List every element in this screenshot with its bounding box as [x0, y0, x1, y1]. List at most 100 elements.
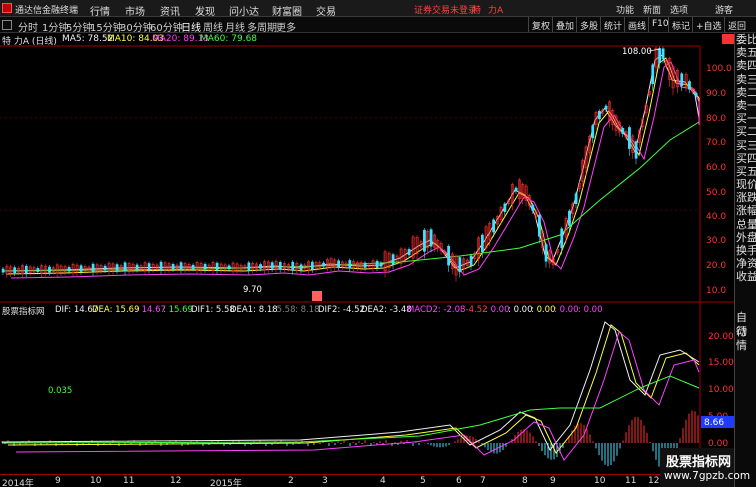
statistics-button[interactable]: 统计 [600, 17, 625, 32]
panel-buy5[interactable]: 买五 [735, 165, 756, 178]
period-multi[interactable]: 多周期 [247, 19, 277, 34]
panel-outer-volume[interactable]: 外盘 [735, 231, 756, 244]
watermark-logo: 股票指标网 www.7gpzb.com [660, 448, 750, 487]
draw-line-button[interactable]: 画线 [624, 17, 649, 32]
panel-earnings[interactable]: 收益 [735, 270, 756, 283]
candle-body [147, 263, 151, 271]
period-more[interactable]: 更多 [276, 19, 296, 34]
menu-quotes[interactable]: 行情 [90, 3, 110, 18]
chart-canvas: 100.0 90.0 80.0 70.0 60.0 50.0 40.0 30.0 20.0 10.… [0, 34, 734, 474]
candle-body [391, 254, 395, 265]
menu-market[interactable]: 市场 [125, 3, 145, 18]
date-label: 10 [90, 476, 102, 486]
panel-sell3[interactable]: 卖三 [735, 73, 756, 86]
candle-body [469, 255, 473, 267]
overlay-button[interactable]: 叠加 [552, 17, 577, 32]
quote-side-panel: 委比 卖五 卖四 卖三 卖二 卖一 买一 买二 买三 买四 买五 现价 涨跌 涨… [734, 33, 756, 487]
panel-buy3[interactable]: 买三 [735, 139, 756, 152]
candle-body [91, 263, 95, 273]
panel-net-assets[interactable]: 净资 [735, 257, 756, 270]
macd-tick-label: 10.00 [708, 385, 734, 395]
panel-price[interactable]: 现价 [735, 178, 756, 191]
value-9: : 0.00 [554, 305, 579, 315]
panel-sell2[interactable]: 卖二 [735, 86, 756, 99]
candle-body [375, 260, 379, 268]
period-weekly[interactable]: 周线 [203, 19, 223, 34]
app-logo-icon [2, 3, 12, 13]
multi-stock-button[interactable]: 多股 [576, 17, 601, 32]
candle-body [203, 263, 207, 270]
candle-body [79, 265, 83, 272]
candle-body [259, 264, 262, 269]
menu-function[interactable]: 功能 [616, 3, 634, 16]
value-1: : 14.67 [136, 305, 166, 315]
candle-body [179, 262, 183, 270]
dif-line [1, 321, 700, 451]
period-60min[interactable]: 60分钟 [150, 19, 183, 34]
panel-buy4[interactable]: 买四 [735, 152, 756, 165]
indicator-name[interactable]: 股票指标网 [2, 305, 45, 317]
panel-volume[interactable]: 总量 [735, 218, 756, 231]
panel-quotes[interactable]: 行情 [735, 325, 756, 352]
menu-news[interactable]: 资讯 [160, 3, 180, 18]
menu-ask[interactable]: 问小达 [229, 3, 259, 18]
panel-change-pct[interactable]: 涨幅 [735, 204, 756, 217]
period-1min[interactable]: 1分钟 [42, 19, 68, 34]
menu-guest[interactable]: 游客 [715, 3, 733, 16]
macd2-value: MACD2: -2.08 [407, 305, 466, 315]
period-15min[interactable]: 15分钟 [90, 19, 123, 34]
value-7: : 0.00 [508, 305, 533, 315]
stock-period-label: 特 力A (日线) [2, 37, 57, 47]
panel-buy2[interactable]: 买二 [735, 125, 756, 138]
panel-sell5[interactable]: 卖五 [735, 46, 756, 59]
macd-note-label: 0.035 [48, 386, 72, 396]
restore-rights-button[interactable]: 复权 [528, 17, 553, 32]
panel-sell4[interactable]: 卖四 [735, 59, 756, 72]
panel-turnover[interactable]: 换手 [735, 244, 756, 257]
panel-buy1[interactable]: 买一 [735, 112, 756, 125]
menu-trade[interactable]: 交易 [316, 3, 336, 18]
ma10-line [5, 57, 700, 275]
macd-tick-label: 15.00 [708, 358, 734, 368]
current-macd-label: 8.66 [704, 418, 724, 428]
value-8: : 0.00 [531, 305, 556, 315]
period-5min[interactable]: 5分钟 [66, 19, 92, 34]
candle-body [363, 262, 367, 268]
menu-discover[interactable]: 发现 [195, 3, 215, 18]
candle-body [270, 262, 274, 269]
ma5-line [1, 54, 700, 272]
candle-body [447, 245, 451, 266]
date-label: 6 [456, 476, 462, 486]
value-10: : 0.00 [578, 305, 603, 315]
candle-body [680, 73, 684, 87]
period-monthly[interactable]: 月线 [225, 19, 245, 34]
candle-body [429, 229, 433, 247]
menu-wealth[interactable]: 财富圈 [272, 3, 302, 18]
event-marker-icon [312, 291, 322, 301]
panel-commission-ratio[interactable]: 委比 [735, 33, 756, 46]
back-button[interactable]: 返回 [724, 17, 749, 32]
add-watchlist-button[interactable]: +自选 [692, 17, 725, 32]
period-30min[interactable]: 30分钟 [120, 19, 153, 34]
dea-value: DEA: 15.69 [92, 305, 140, 315]
price-tick-label: 40.0 [706, 212, 726, 222]
price-tick-label: 50.0 [706, 188, 726, 198]
date-label: 3 [322, 476, 328, 486]
panel-toggle-icon[interactable] [2, 20, 12, 30]
date-label: 2014年 [2, 479, 34, 487]
panel-auto[interactable]: 自动 [735, 311, 756, 338]
menu-new-page[interactable]: 新面 [643, 3, 661, 16]
period-intraday[interactable]: 分时 [18, 19, 38, 34]
date-label: 5 [420, 476, 426, 486]
mark-button[interactable]: 标记 [668, 17, 693, 32]
candle-body [135, 264, 139, 270]
panel-change[interactable]: 涨跌 [735, 191, 756, 204]
candle-body [694, 92, 698, 97]
period-daily[interactable]: 日线 [181, 19, 201, 34]
panel-sell1[interactable]: 卖一 [735, 99, 756, 112]
dif1-value: DIF1: 5.58 [191, 305, 235, 315]
date-label: 8 [522, 476, 528, 486]
login-notice[interactable]: 证券交易未登录 [414, 3, 477, 16]
menu-options[interactable]: 选项 [670, 3, 688, 16]
candle-body [24, 265, 28, 274]
